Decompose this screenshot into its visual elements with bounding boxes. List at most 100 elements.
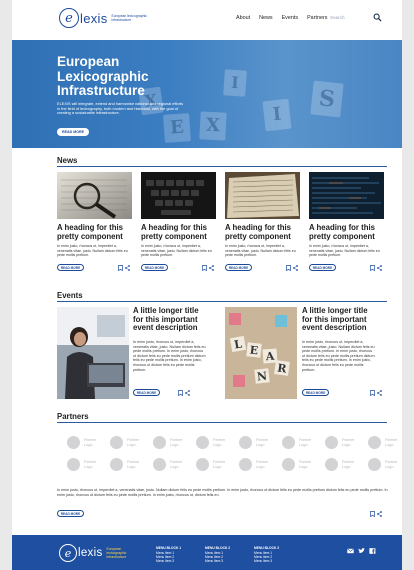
partners-description: In enim justo, rhoncus ut, imperdiet a, …: [57, 488, 388, 497]
site-footer: e lexis European lexicographic infrastru…: [12, 535, 402, 570]
partner-logo-label: Partner Logo: [256, 460, 269, 469]
share-icon[interactable]: [377, 390, 382, 396]
news-image[interactable]: [57, 172, 132, 219]
event-image[interactable]: [57, 307, 129, 399]
footer-menu-item[interactable]: Menu item 3: [156, 559, 181, 564]
search-input[interactable]: Search: [330, 13, 382, 23]
bookmark-icon[interactable]: [286, 265, 291, 271]
news-read-more-button[interactable]: READ MORE: [141, 264, 168, 271]
partner-logo-placeholder: [368, 458, 381, 471]
hero-read-more-button[interactable]: READ MORE: [57, 128, 89, 136]
news-card: A heading for this pretty component In e…: [141, 172, 216, 257]
news-card: A heading for this pretty component In e…: [225, 172, 300, 257]
news-read-more-button[interactable]: READ MORE: [57, 264, 84, 271]
site-header: e lexis European lexicographic infrastru…: [12, 0, 402, 40]
share-icon[interactable]: [377, 511, 382, 517]
partner-logo[interactable]: Partner Logo: [196, 458, 229, 471]
event-read-more-button[interactable]: READ MORE: [133, 389, 160, 396]
partner-logo[interactable]: Partner Logo: [153, 458, 186, 471]
footer-menu-block: MENU BLOCK 3 Menu item 1 Menu item 2 Men…: [254, 546, 279, 564]
footer-logo-mark: e: [59, 544, 77, 562]
event-text: In enim justo, rhoncus ut, imperdiet a, …: [133, 340, 206, 372]
news-card-title[interactable]: A heading for this pretty component: [309, 223, 384, 241]
hero-banner: X I E X I S European Lexicographic Infra…: [12, 40, 402, 148]
events-heading: Events: [57, 291, 83, 300]
share-icon[interactable]: [209, 265, 214, 271]
footer-logo-name: lexis: [78, 547, 103, 559]
bookmark-icon[interactable]: [370, 511, 375, 517]
news-card-title[interactable]: A heading for this pretty component: [57, 223, 132, 241]
elexis-logo[interactable]: e lexis European lexicographic infrastru…: [59, 8, 154, 28]
bookmark-icon[interactable]: [178, 390, 183, 396]
news-card: A heading for this pretty component In e…: [309, 172, 384, 257]
partner-logo[interactable]: Partner Logo: [282, 458, 315, 471]
news-read-more-button[interactable]: READ MORE: [309, 264, 336, 271]
partner-logo[interactable]: Partner Logo: [196, 436, 229, 449]
event-title[interactable]: A little longer title for this important…: [302, 306, 378, 333]
partners-divider: [57, 422, 387, 423]
event-read-more-button[interactable]: READ MORE: [302, 389, 329, 396]
partner-logo-label: Partner Logo: [84, 460, 97, 469]
news-read-more-button[interactable]: READ MORE: [225, 264, 252, 271]
event-tile-letter: E: [249, 344, 259, 358]
news-image[interactable]: [225, 172, 300, 219]
nav-item-events[interactable]: Events: [282, 15, 298, 21]
partner-logo[interactable]: Partner Logo: [67, 436, 100, 449]
bookmark-icon[interactable]: [118, 265, 123, 271]
partner-logo-label: Partner Logo: [213, 438, 226, 447]
share-icon[interactable]: [377, 265, 382, 271]
footer-menu-item[interactable]: Menu item 3: [254, 559, 279, 564]
partner-logo[interactable]: Partner Logo: [110, 436, 143, 449]
news-image[interactable]: [141, 172, 216, 219]
footer-menu-block: MENU BLOCK 2 Menu item 1 Menu item 2 Men…: [205, 546, 230, 564]
partner-logo[interactable]: Partner Logo: [325, 436, 358, 449]
twitter-icon[interactable]: [358, 548, 365, 554]
nav-item-partners[interactable]: Partners: [307, 15, 327, 21]
share-icon[interactable]: [293, 265, 298, 271]
mail-icon[interactable]: [347, 548, 354, 554]
partner-logo-label: Partner Logo: [170, 438, 183, 447]
footer-logo[interactable]: e lexis European lexicographic infrastru…: [59, 544, 141, 562]
hero-title-line: Lexicographic: [57, 68, 149, 84]
share-icon[interactable]: [125, 265, 130, 271]
partner-logo[interactable]: Partner Logo: [153, 436, 186, 449]
footer-menu-item[interactable]: Menu item 3: [205, 559, 230, 564]
hero-tile: I: [262, 98, 292, 132]
footer-menu-block: MENU BLOCK 1 Menu item 1 Menu item 2 Men…: [156, 546, 181, 564]
partner-logo[interactable]: Partner Logo: [239, 458, 272, 471]
news-card-title[interactable]: A heading for this pretty component: [141, 223, 216, 241]
news-image[interactable]: [309, 172, 384, 219]
partner-logo[interactable]: Partner Logo: [239, 436, 272, 449]
bookmark-icon[interactable]: [370, 390, 375, 396]
facebook-icon[interactable]: [369, 548, 376, 554]
partner-logo-placeholder: [325, 458, 338, 471]
partner-logo[interactable]: Partner Logo: [67, 458, 100, 471]
bookmark-icon[interactable]: [370, 265, 375, 271]
hero-tile: X: [199, 111, 227, 141]
news-card: A heading for this pretty component In e…: [57, 172, 132, 257]
partner-logo-label: Partner Logo: [127, 438, 140, 447]
partner-logo[interactable]: Partner Logo: [282, 436, 315, 449]
partners-read-more-button[interactable]: READ MORE: [57, 510, 84, 517]
partner-logo[interactable]: Partner Logo: [110, 458, 143, 471]
news-card-text: In enim justo, rhoncus ut, imperdiet a, …: [57, 244, 128, 257]
partner-logo-label: Partner Logo: [170, 460, 183, 469]
nav-item-news[interactable]: News: [259, 15, 272, 21]
partner-logo-placeholder: [239, 458, 252, 471]
search-icon[interactable]: [373, 13, 382, 22]
event-title[interactable]: A little longer title for this important…: [133, 306, 209, 333]
partner-logo-label: Partner Logo: [299, 460, 312, 469]
news-card-title[interactable]: A heading for this pretty component: [225, 223, 300, 241]
partner-logo[interactable]: Partner Logo: [368, 458, 401, 471]
bookmark-icon[interactable]: [202, 265, 207, 271]
event-tile-letter: A: [264, 350, 275, 364]
share-icon[interactable]: [185, 390, 190, 396]
event-image[interactable]: L E A R N: [225, 307, 297, 399]
hero-tile: S: [310, 80, 344, 118]
partner-logo-placeholder: [110, 458, 123, 471]
partner-logo[interactable]: Partner Logo: [325, 458, 358, 471]
partner-logo-label: Partner Logo: [127, 460, 140, 469]
partner-logo-placeholder: [153, 458, 166, 471]
nav-item-about[interactable]: About: [236, 15, 250, 21]
partner-logo[interactable]: Partner Logo: [368, 436, 401, 449]
